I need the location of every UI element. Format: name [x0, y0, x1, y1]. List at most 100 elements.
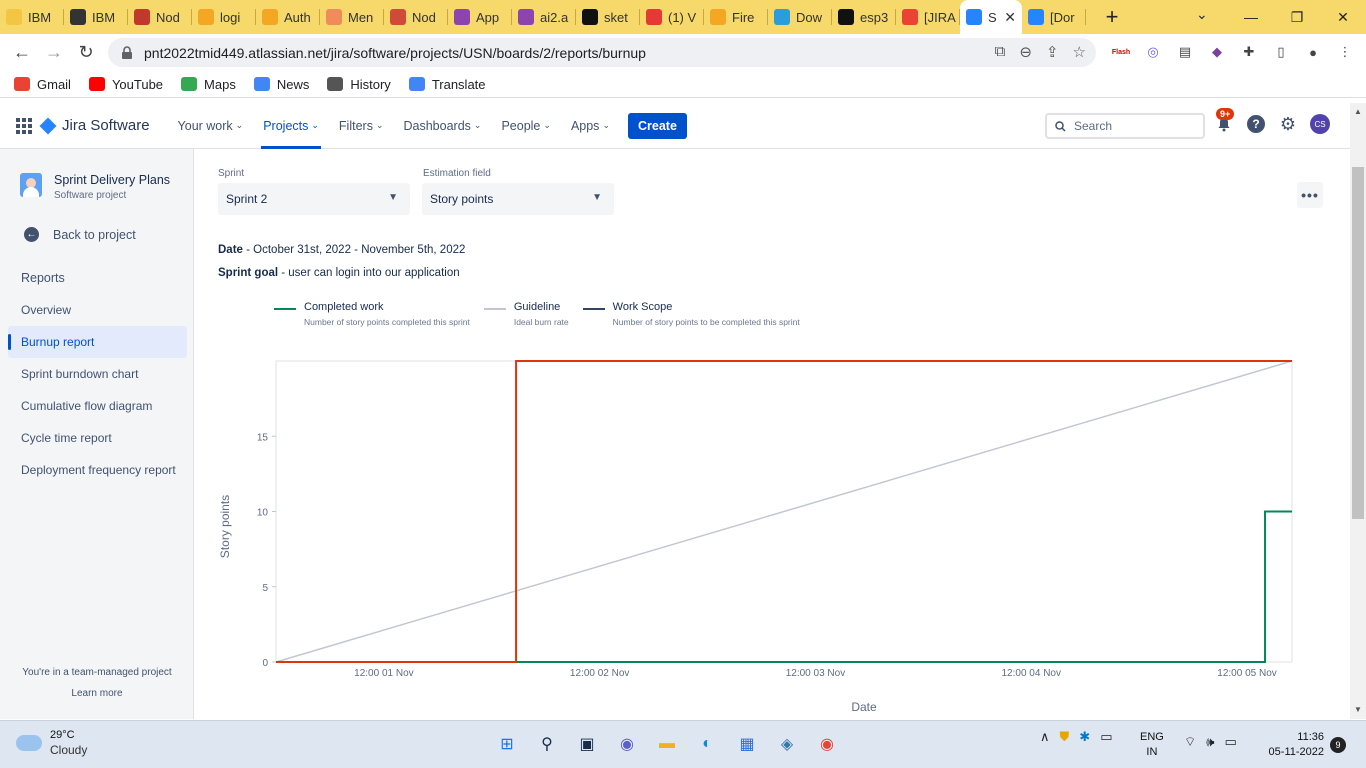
browser-tab[interactable]: IBM	[0, 0, 64, 34]
reload-icon[interactable]: ↻	[70, 42, 102, 63]
bookmark-youtube[interactable]: YouTube	[88, 77, 163, 92]
menu-label: Filters	[338, 118, 373, 133]
sidebar-item-cumulative-flow-diagram[interactable]: Cumulative flow diagram	[8, 390, 187, 422]
display-icon[interactable]: ▭	[1100, 729, 1112, 745]
teams-chat-icon[interactable]: ◉	[614, 731, 640, 757]
back-arrow-icon[interactable]: ←	[6, 42, 38, 63]
goal-value: - user can login into our application	[278, 267, 460, 279]
browser-tab[interactable]: [JIRA	[896, 0, 960, 34]
bookmark-star-icon[interactable]: ☆	[1073, 43, 1086, 61]
menu-people[interactable]: People ⌄	[493, 103, 558, 149]
translate-page-icon[interactable]: ⧉	[995, 43, 1006, 61]
show-hidden-icons-chevron-icon[interactable]: ∧	[1040, 729, 1050, 745]
settings-gear-icon[interactable]: ⚙	[1278, 114, 1298, 134]
share-icon[interactable]: ⇪	[1046, 43, 1059, 61]
file-explorer-icon[interactable]: ▬	[654, 731, 680, 757]
browser-tab[interactable]: S ✕	[960, 0, 1022, 34]
clock[interactable]: 11:36 05-11-2022	[1260, 730, 1324, 760]
sidebar-item-deployment-frequency-report[interactable]: Deployment frequency report	[8, 454, 187, 486]
search-input[interactable]: Search	[1045, 113, 1205, 139]
search-icon[interactable]: ⚲	[534, 731, 560, 757]
forward-arrow-icon[interactable]: →	[38, 42, 70, 63]
python-icon[interactable]: ◈	[774, 731, 800, 757]
browser-tab[interactable]: App	[448, 0, 512, 34]
store-icon[interactable]: ▦	[734, 731, 760, 757]
help-icon[interactable]: ?	[1246, 114, 1266, 134]
browser-tab[interactable]: Nod	[384, 0, 448, 34]
create-button[interactable]: Create	[627, 112, 687, 139]
browser-tab[interactable]: ai2.a	[512, 0, 576, 34]
security-shield-icon[interactable]: ⛊	[1060, 729, 1070, 745]
start-windows-icon[interactable]: ⊞	[494, 731, 520, 757]
menu-dashboards[interactable]: Dashboards ⌄	[396, 103, 490, 149]
bookmark-history[interactable]: History	[327, 77, 391, 92]
browser-tab[interactable]: esp3	[832, 0, 896, 34]
sidebar-item-overview[interactable]: Overview	[8, 294, 187, 326]
learn-more-link[interactable]: Learn more	[0, 688, 194, 699]
language-code: ENG	[1140, 731, 1164, 743]
menu-filters[interactable]: Filters ⌄	[331, 103, 392, 149]
extension-icon[interactable]: ◆	[1206, 41, 1228, 63]
app-switcher-icon[interactable]	[16, 117, 32, 134]
browser-tab[interactable]: IBM	[64, 0, 128, 34]
browser-tab[interactable]: logi	[192, 0, 256, 34]
close-tab-icon[interactable]: ✕	[1004, 9, 1016, 26]
close-window-button[interactable]: ✕	[1320, 0, 1366, 34]
scroll-up-icon[interactable]: ▲	[1354, 107, 1362, 116]
sidebar-item-burnup-report[interactable]: Burnup report	[8, 326, 187, 358]
browser-tab[interactable]: Fire	[704, 0, 768, 34]
bookmark-news[interactable]: News	[253, 77, 309, 92]
bookmark-translate[interactable]: Translate	[408, 77, 486, 92]
puzzle-icon[interactable]: ✚	[1238, 41, 1260, 63]
menu-your-work[interactable]: Your work ⌄	[170, 103, 252, 149]
wifi-icon[interactable]: ⌔	[1184, 734, 1196, 750]
browser-tab[interactable]: sket	[576, 0, 640, 34]
menu-projects[interactable]: Projects ⌄	[255, 103, 327, 149]
bookmark-gmail[interactable]: Gmail	[14, 77, 71, 92]
weather-widget[interactable]: 29°C Cloudy	[16, 729, 87, 757]
new-tab-button[interactable]: +	[1096, 4, 1128, 30]
kebab-menu-icon[interactable]: ⋮	[1334, 41, 1356, 63]
language-indicator[interactable]: ENG IN	[1140, 730, 1164, 760]
chevron-down-icon: ⌄	[602, 120, 610, 130]
extension-icon[interactable]: ▤	[1174, 41, 1196, 63]
scroll-thumb[interactable]	[1352, 167, 1364, 519]
flash-sale-extension-icon[interactable]: Flash	[1110, 41, 1132, 63]
edge-icon[interactable]: ◐	[694, 731, 720, 757]
zoom-icon[interactable]: ⊖	[1019, 43, 1032, 61]
browser-tab[interactable]: (1) V	[640, 0, 704, 34]
menu-apps[interactable]: Apps ⌄	[563, 103, 618, 149]
chrome-icon[interactable]: ◉	[814, 731, 840, 757]
extension-icon[interactable]: ◎	[1142, 41, 1164, 63]
tab-search-chevron-icon[interactable]: ⌄	[1196, 6, 1208, 23]
battery-icon[interactable]: ▭	[1224, 734, 1236, 750]
profile-avatar-icon[interactable]: ●	[1302, 41, 1324, 63]
sidebar-item-cycle-time-report[interactable]: Cycle time report	[8, 422, 187, 454]
user-avatar[interactable]: CS	[1310, 114, 1330, 134]
volume-icon[interactable]: 🕪	[1206, 734, 1214, 750]
sprint-select[interactable]: Sprint 2 ▼	[218, 183, 410, 215]
bookmark-maps[interactable]: Maps	[181, 77, 236, 92]
browser-tab[interactable]: Auth	[256, 0, 320, 34]
back-to-project-link[interactable]: ← Back to project	[24, 227, 136, 242]
sidebar-toggle-icon[interactable]: ▯	[1270, 41, 1292, 63]
estimation-select[interactable]: Story points ▼	[422, 183, 614, 215]
sidebar-item-sprint-burndown-chart[interactable]: Sprint burndown chart	[8, 358, 187, 390]
notification-center-badge[interactable]: 9	[1330, 737, 1346, 753]
project-header[interactable]: Sprint Delivery Plans Software project	[20, 173, 170, 201]
minimize-button[interactable]: —	[1228, 0, 1274, 34]
notifications-bell-icon[interactable]: 9+	[1214, 108, 1235, 134]
address-bar[interactable]: pnt2022tmid449.atlassian.net/jira/softwa…	[108, 38, 1096, 67]
page-scrollbar[interactable]: ▲ ▼	[1350, 103, 1366, 719]
browser-tab[interactable]: Men	[320, 0, 384, 34]
browser-tab[interactable]: Nod	[128, 0, 192, 34]
browser-tab[interactable]: Dow	[768, 0, 832, 34]
legend-name: Work Scope	[612, 301, 673, 313]
browser-tab[interactable]: [Dor	[1022, 0, 1086, 34]
jira-logo[interactable]: Jira Software	[39, 117, 150, 134]
maximize-button[interactable]: ❐	[1274, 0, 1320, 34]
more-actions-button[interactable]: •••	[1297, 182, 1323, 208]
task-view-icon[interactable]: ▣	[574, 731, 600, 757]
scroll-down-icon[interactable]: ▼	[1354, 705, 1362, 714]
bluetooth-icon[interactable]: ✱	[1079, 729, 1090, 745]
